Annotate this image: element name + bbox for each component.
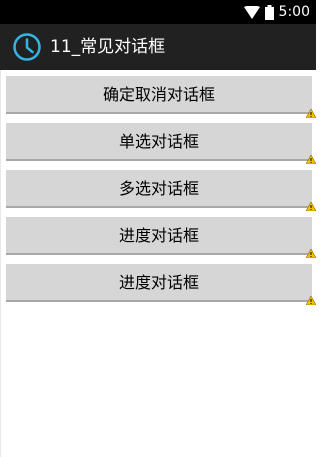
warning-icon [306,249,316,258]
status-icons: 5:00 [243,0,310,24]
battery-icon [264,4,274,20]
status-time: 5:00 [278,4,310,20]
action-bar: 11_常见对话框 [0,24,316,70]
wifi-icon [243,5,260,19]
progress-dialog-button[interactable]: 进度对话框 [6,217,312,255]
progress-dialog-button-2[interactable]: 进度对话框 [6,264,312,302]
clock-icon [13,33,41,61]
warning-icon [306,155,316,164]
multi-choice-dialog-button[interactable]: 多选对话框 [6,170,312,208]
single-choice-dialog-button[interactable]: 单选对话框 [6,123,312,161]
content-area: 确定取消对话框 单选对话框 多选对话框 进度对话框 进度对话框 [0,70,316,457]
confirm-cancel-dialog-button[interactable]: 确定取消对话框 [6,76,312,114]
warning-icon [306,202,316,211]
status-bar: 5:00 [0,0,316,24]
app-title: 11_常见对话框 [50,37,166,57]
warning-icon [306,109,316,118]
warning-icon [306,296,316,305]
